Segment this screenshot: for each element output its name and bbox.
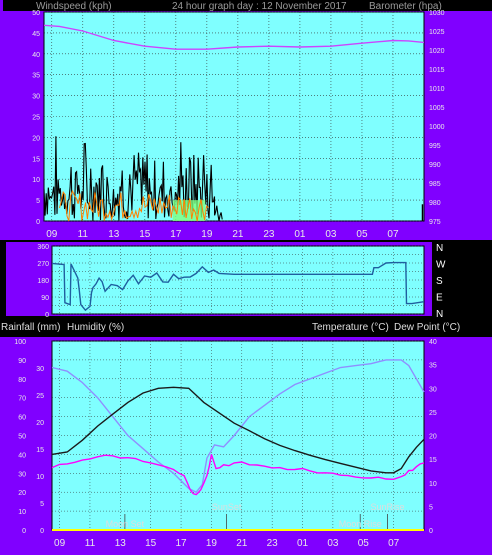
wind-y-tick: 50 — [32, 10, 40, 17]
temp-y-tick: 0 — [429, 528, 433, 535]
wind-y-tick: 10 — [32, 177, 40, 184]
left-axis-title: Windspeed (kph) — [36, 1, 112, 12]
wind-y-tick: 35 — [32, 73, 40, 80]
baro-y-tick: 1015 — [429, 67, 445, 74]
temp-x-tick: 15 — [145, 538, 157, 549]
dir-y-tick: 360 — [37, 244, 49, 251]
weather-charts: Windspeed (kph) 24 hour graph day : 12 N… — [0, 0, 492, 555]
dir-y-tick: 90 — [41, 295, 49, 302]
humidity-y-tick: 70 — [18, 396, 26, 403]
baro-y-tick: 995 — [429, 143, 441, 150]
humidity-y-tick: 40 — [18, 452, 26, 459]
baro-y-tick: 990 — [429, 162, 441, 169]
wind-y-tick: 25 — [32, 115, 40, 122]
rainfall-y-tick: 25 — [36, 393, 44, 400]
temp-y-tick: 25 — [429, 410, 437, 417]
wind-x-tick: 07 — [387, 229, 399, 240]
panel-temp-humidity: Rainfall (mm) Humidity (%) Temperature (… — [0, 318, 492, 555]
baro-y-tick: 1025 — [429, 29, 445, 36]
humidity-y-tick: 80 — [18, 377, 26, 384]
wind-x-tick: 15 — [139, 229, 151, 240]
baro-y-tick: 980 — [429, 200, 441, 207]
temp-y-tick: 5 — [429, 504, 433, 511]
event-annotation: SunRise — [371, 502, 405, 512]
temp-y-tick: 10 — [429, 481, 437, 488]
wind-y-tick: 15 — [32, 156, 40, 163]
wind-x-tick: 17 — [170, 229, 182, 240]
temp-y-tick: 15 — [429, 457, 437, 464]
rainfall-y-tick: 20 — [36, 420, 44, 427]
rainfall-y-tick: 30 — [36, 366, 44, 373]
baro-y-tick: 975 — [429, 219, 441, 226]
humidity-y-tick: 20 — [18, 490, 26, 497]
wind-x-tick: 05 — [356, 229, 368, 240]
legend-humidity: Humidity (%) — [67, 322, 124, 333]
baro-y-tick: 1010 — [429, 86, 445, 93]
temp-x-tick: 07 — [388, 538, 400, 549]
legend-temperature: Temperature (°C) — [312, 322, 389, 333]
humidity-y-tick: 100 — [14, 339, 26, 346]
wind-x-tick: 11 — [78, 229, 89, 240]
wind-y-tick: 40 — [32, 52, 40, 59]
legend-dewpoint: Dew Point (°C) — [394, 322, 460, 333]
humidity-y-tick: 10 — [18, 509, 26, 516]
temp-y-tick: 30 — [429, 386, 437, 393]
wind-y-tick: 30 — [32, 94, 40, 101]
baro-y-tick: 1030 — [429, 10, 445, 17]
baro-y-tick: 985 — [429, 181, 441, 188]
humidity-y-tick: 0 — [22, 528, 26, 535]
wind-x-tick: 09 — [46, 229, 58, 240]
humidity-y-tick: 30 — [18, 471, 26, 478]
direction-label: S — [436, 276, 443, 287]
chart-date-title: 24 hour graph day : 12 November 2017 — [172, 1, 347, 12]
baro-y-tick: 1005 — [429, 105, 445, 112]
temp-x-tick: 19 — [206, 538, 218, 549]
direction-label: N — [436, 243, 443, 254]
rainfall-y-tick: 10 — [36, 474, 44, 481]
temp-x-tick: 01 — [297, 538, 309, 549]
rainfall-y-tick: 5 — [40, 501, 44, 508]
temp-x-tick: 05 — [358, 538, 370, 549]
humidity-y-tick: 50 — [18, 434, 26, 441]
event-annotation: Moon Rise — [339, 519, 382, 529]
baro-y-tick: 1020 — [429, 48, 445, 55]
temp-x-tick: 09 — [54, 538, 66, 549]
temp-x-tick: 11 — [85, 538, 96, 549]
panel-wind-barometer: Windspeed (kph) 24 hour graph day : 12 N… — [0, 0, 492, 240]
panel-wind-direction: 090180270360 NWSEN — [0, 240, 492, 320]
humidity-y-tick: 60 — [18, 415, 26, 422]
humidity-y-tick: 90 — [18, 358, 26, 365]
baro-y-tick: 1000 — [429, 124, 445, 131]
direction-label: W — [436, 260, 446, 271]
direction-label: E — [436, 293, 443, 304]
event-annotation: Moon Set — [106, 519, 145, 529]
dir-y-tick: 180 — [37, 278, 49, 285]
wind-y-tick: 5 — [36, 198, 40, 205]
temp-x-tick: 03 — [327, 538, 339, 549]
wind-y-tick: 20 — [32, 135, 40, 142]
wind-x-tick: 19 — [201, 229, 213, 240]
wind-x-tick: 21 — [232, 229, 244, 240]
temp-y-tick: 35 — [429, 363, 437, 370]
temp-x-tick: 13 — [115, 538, 127, 549]
rainfall-y-tick: 0 — [40, 528, 44, 535]
temp-y-tick: 20 — [429, 434, 437, 441]
temp-x-tick: 21 — [236, 538, 248, 549]
wind-x-tick: 01 — [294, 229, 306, 240]
dir-y-tick: 0 — [45, 312, 49, 319]
temp-x-tick: 23 — [267, 538, 279, 549]
rainfall-y-tick: 15 — [36, 447, 44, 454]
event-annotation: SunSet — [212, 502, 242, 512]
temp-y-tick: 40 — [429, 339, 437, 346]
wind-y-tick: 0 — [36, 219, 40, 226]
legend-rainfall: Rainfall (mm) — [1, 322, 60, 333]
wind-x-tick: 23 — [263, 229, 275, 240]
wind-x-tick: 03 — [325, 229, 337, 240]
temp-x-tick: 17 — [175, 538, 187, 549]
dir-y-tick: 270 — [37, 261, 49, 268]
wind-x-tick: 13 — [108, 229, 120, 240]
wind-y-tick: 45 — [32, 31, 40, 38]
